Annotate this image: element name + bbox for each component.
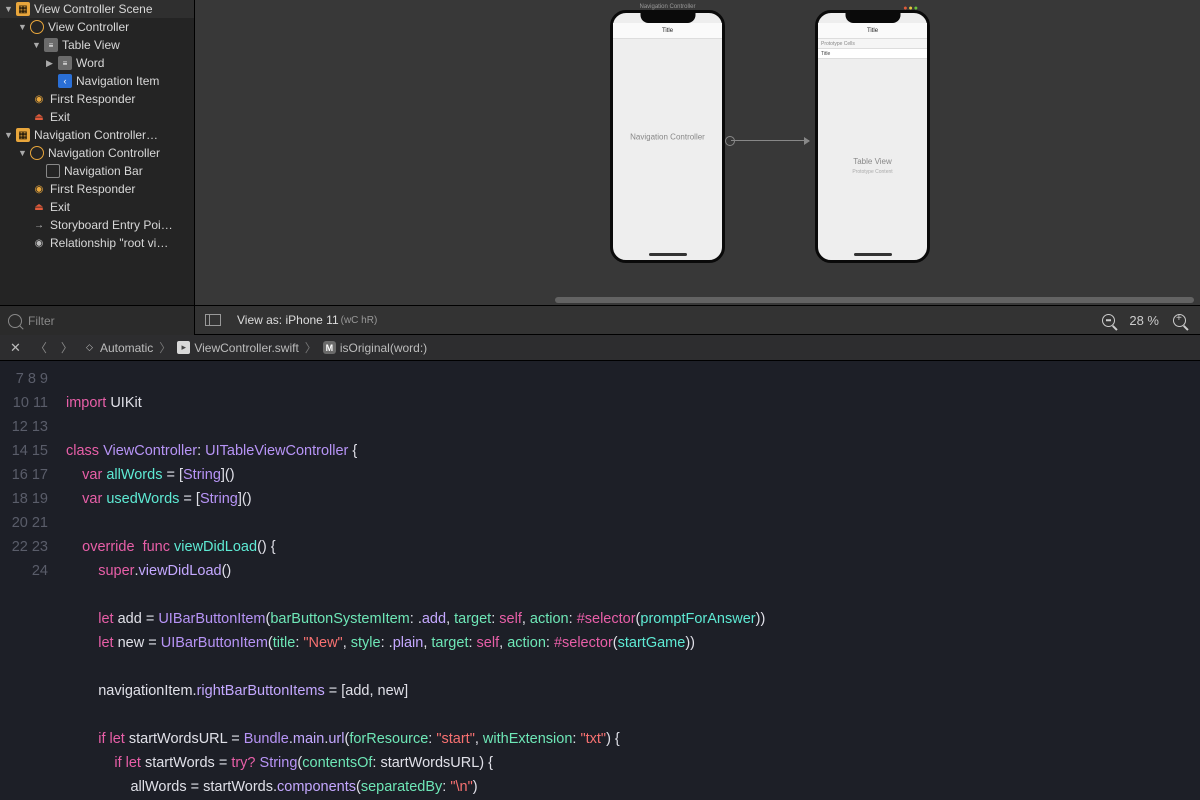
mock-navbar: Title [613, 23, 722, 39]
outline-viewcontroller[interactable]: ▼ View Controller [0, 18, 194, 36]
outline-label: First Responder [50, 182, 135, 196]
disclosure-triangle-icon[interactable]: ▼ [4, 4, 14, 14]
outline-entry-point[interactable]: → Storyboard Entry Poi… [0, 216, 194, 234]
close-editor-icon[interactable]: ✕ [6, 340, 25, 356]
scene-icon: ▦ [16, 2, 30, 16]
jump-crumb-symbol[interactable]: M isOriginal(word:) [323, 341, 427, 355]
viewcontroller-icon [30, 20, 44, 34]
code-editor[interactable]: 7 8 9 10 11 12 13 14 15 16 17 18 19 20 2… [0, 361, 1200, 800]
method-icon: M [323, 341, 336, 354]
scene-dock-icons[interactable]: ●●● [903, 5, 919, 12]
outline-label: Navigation Controller… [34, 128, 158, 142]
disclosure-triangle-icon[interactable]: ▼ [4, 130, 14, 140]
mock-navbar: Title [818, 23, 927, 39]
document-outline: ▼ ▦ View Controller Scene ▼ View Control… [0, 0, 195, 305]
navbar-icon [46, 164, 60, 178]
relationship-icon: ◉ [32, 236, 46, 250]
outline-label: Table View [62, 38, 120, 52]
center-label-main: Table View [853, 157, 892, 166]
entry-point-icon: → [32, 218, 46, 232]
zoom-controls: 28 % [1102, 313, 1186, 328]
jump-crumb-mode[interactable]: ◇ Automatic [83, 341, 153, 355]
mock-nav-title: Title [662, 28, 673, 34]
jump-mode-label: Automatic [100, 341, 153, 355]
jump-symbol-label: isOriginal(word:) [340, 341, 427, 355]
prototype-header: Prototype Cells [818, 39, 927, 49]
prototype-cell[interactable]: Title [818, 49, 927, 59]
scene-center-label: Table View Prototype Content [818, 157, 927, 175]
filter-icon [8, 314, 22, 328]
filter-placeholder: Filter [28, 314, 55, 328]
jump-bar: ✕ 〈 〉 ◇ Automatic 〉 ▸ ViewController.swi… [0, 335, 1200, 361]
outline-relationship[interactable]: ◉ Relationship "root vi… [0, 234, 194, 252]
viewcontroller-icon [30, 146, 44, 160]
code-content[interactable]: import UIKit class ViewController: UITab… [66, 367, 1200, 799]
outline-label: View Controller Scene [34, 2, 153, 16]
outline-filter-bar[interactable]: Filter [0, 305, 195, 335]
disclosure-triangle-icon[interactable]: ▶ [46, 58, 56, 69]
breadcrumb-separator: 〉 [159, 339, 171, 356]
breadcrumb-separator: 〉 [305, 339, 317, 356]
navitem-icon: ‹ [58, 74, 72, 88]
first-responder-icon: ◉ [32, 92, 46, 106]
view-as-label[interactable]: View as: iPhone 11 [237, 313, 339, 327]
tableview-icon: ≡ [44, 38, 58, 52]
scene-view-controller[interactable]: ●●● Title Prototype Cells Title Table Vi… [815, 10, 930, 263]
outline-first-responder[interactable]: ◉ First Responder [0, 90, 194, 108]
nav-back-icon[interactable]: 〈 [31, 339, 51, 356]
jump-file-label: ViewController.swift [194, 341, 298, 355]
outline-label: Relationship "root vi… [50, 236, 168, 250]
home-indicator [649, 253, 687, 256]
outline-tableview[interactable]: ▼ ≡ Table View [0, 36, 194, 54]
outline-label: Navigation Bar [64, 164, 143, 178]
home-indicator [854, 253, 892, 256]
scene-icon: ▦ [16, 128, 30, 142]
outline-label: View Controller [48, 20, 129, 34]
outline-navigation-item[interactable]: ▶ ‹ Navigation Item [0, 72, 194, 90]
outline-navbar[interactable]: Navigation Bar [0, 162, 194, 180]
view-as-bar: View as: iPhone 11 (wC hR) 28 % [195, 305, 1200, 335]
device-notch [640, 13, 695, 23]
jump-crumb-file[interactable]: ▸ ViewController.swift [177, 341, 298, 355]
disclosure-triangle-icon[interactable]: ▼ [18, 148, 28, 158]
scene-dock-label: Navigation Controller [639, 4, 695, 10]
zoom-level[interactable]: 28 % [1129, 313, 1159, 328]
outline-cell-word[interactable]: ▶ ≡ Word [0, 54, 194, 72]
first-responder-icon: ◉ [32, 182, 46, 196]
storyboard-canvas[interactable]: Navigation Controller Title Navigation C… [195, 0, 1200, 305]
mock-nav-title: Title [867, 28, 878, 34]
outline-label: Word [76, 56, 104, 70]
nav-forward-icon[interactable]: 〉 [57, 339, 77, 356]
outline-label: Storyboard Entry Poi… [50, 218, 173, 232]
center-label-sub: Prototype Content [852, 169, 892, 175]
scene-navigation-controller[interactable]: Navigation Controller Title Navigation C… [610, 10, 725, 263]
outline-scene-viewcontroller[interactable]: ▼ ▦ View Controller Scene [0, 0, 194, 18]
outline-exit[interactable]: ⏏ Exit [0, 198, 194, 216]
zoom-in-icon[interactable] [1173, 314, 1186, 327]
outline-exit[interactable]: ⏏ Exit [0, 108, 194, 126]
outline-label: Exit [50, 200, 70, 214]
outline-first-responder[interactable]: ◉ First Responder [0, 180, 194, 198]
relationship-segue[interactable] [731, 140, 809, 141]
toggle-outline-icon[interactable] [205, 314, 221, 326]
outline-scene-navcontroller[interactable]: ▼ ▦ Navigation Controller… [0, 126, 194, 144]
tablecell-icon: ≡ [58, 56, 72, 70]
outline-label: First Responder [50, 92, 135, 106]
size-class-label: (wC hR) [341, 315, 378, 326]
zoom-out-icon[interactable] [1102, 314, 1115, 327]
outline-label: Navigation Controller [48, 146, 160, 160]
related-items-icon: ◇ [83, 341, 96, 354]
disclosure-triangle-icon[interactable]: ▼ [32, 40, 42, 50]
canvas-scrollbar[interactable] [555, 297, 1194, 303]
device-notch [845, 13, 900, 23]
outline-label: Navigation Item [76, 74, 159, 88]
line-number-gutter: 7 8 9 10 11 12 13 14 15 16 17 18 19 20 2… [0, 361, 58, 800]
exit-icon: ⏏ [32, 110, 46, 124]
scene-center-label: Navigation Controller [613, 132, 722, 141]
exit-icon: ⏏ [32, 200, 46, 214]
outline-label: Exit [50, 110, 70, 124]
swift-file-icon: ▸ [177, 341, 190, 354]
disclosure-triangle-icon[interactable]: ▼ [18, 22, 28, 32]
outline-navcontroller[interactable]: ▼ Navigation Controller [0, 144, 194, 162]
